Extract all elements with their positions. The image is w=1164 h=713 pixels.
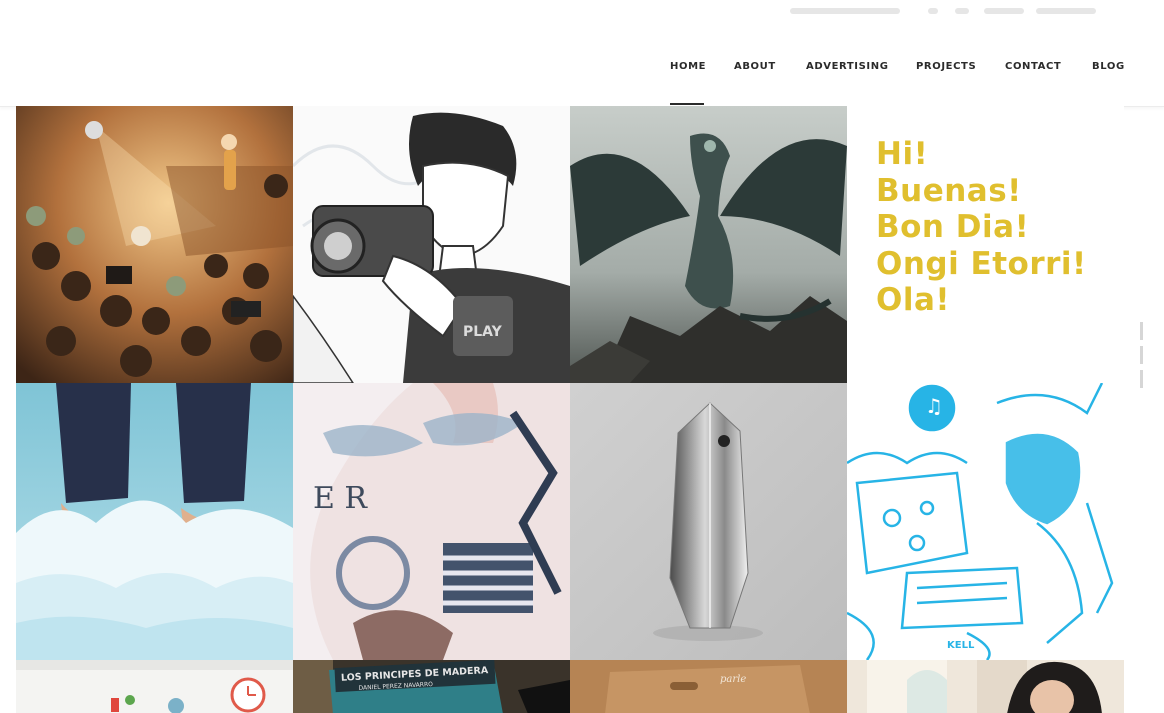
tile-dragon-artwork[interactable] (570, 106, 847, 383)
main-navigation: HOME ABOUT ADVERTISING PROJECTS CONTACT … (0, 30, 1164, 107)
tile-book-cover[interactable]: LOS PRINCIPES DE MADERA DANIEL PEREZ NAV… (293, 660, 570, 713)
room-illustration-image (16, 660, 293, 713)
utility-icon[interactable] (928, 8, 938, 14)
greeting-line-4: Ongi Etorri! (876, 245, 1087, 282)
svg-text:♫: ♫ (925, 394, 943, 418)
crystal-render-image (570, 383, 847, 660)
cinema-illustration-image (16, 106, 293, 383)
slide-indicator-dot[interactable] (1140, 370, 1143, 388)
tattoo-lettering: E R (313, 481, 368, 516)
feet-in-water-image (16, 383, 293, 660)
top-utility-bar (0, 0, 1164, 30)
nav-advertising[interactable]: ADVERTISING (806, 61, 889, 72)
slide-indicator-dot[interactable] (1140, 322, 1143, 340)
book-cover-image: LOS PRINCIPES DE MADERA DANIEL PEREZ NAV… (293, 660, 570, 713)
slide-indicator-dot[interactable] (1140, 346, 1143, 364)
cyan-line-illustration-image: ♫ KELL (847, 383, 1124, 660)
nav-active-indicator (670, 103, 704, 105)
tile-room-illustration[interactable] (16, 660, 293, 713)
tile-kraft-packaging[interactable]: parle (570, 660, 847, 713)
tile-cinema-illustration[interactable] (16, 106, 293, 383)
dragon-artwork-image (570, 106, 847, 383)
tile-cyan-line-illustration[interactable]: ♫ KELL (847, 383, 1124, 660)
tile-woman-photo[interactable] (847, 660, 1124, 713)
greeting-line-5: Ola! (876, 282, 951, 318)
utility-text (984, 8, 1024, 14)
tile-feet-in-water[interactable] (16, 383, 293, 660)
nav-home[interactable]: HOME (670, 61, 706, 72)
kraft-packaging-image: parle (570, 660, 847, 713)
utility-icon[interactable] (955, 8, 969, 14)
tile-photographer-drawing[interactable]: PLAY (293, 106, 570, 383)
tattoo-watercolor-image: E R (293, 383, 570, 660)
woman-photo-image (847, 660, 1124, 713)
greeting-line-3: Bon Dia! (876, 209, 1030, 245)
utility-text (790, 8, 900, 14)
photographer-drawing-image: PLAY (293, 106, 570, 383)
svg-text:parle: parle (720, 674, 746, 685)
greeting-text-block: Hi! Buenas! Bon Dia! Ongi Etorri! Ola! (876, 136, 1126, 319)
tile-tattoo-watercolor[interactable]: E R (293, 383, 570, 660)
svg-text:PLAY: PLAY (463, 324, 503, 340)
greeting-line-1: Hi! (876, 136, 929, 172)
nav-about[interactable]: ABOUT (734, 61, 776, 72)
nav-projects[interactable]: PROJECTS (916, 61, 976, 72)
utility-text (1036, 8, 1096, 14)
nav-contact[interactable]: CONTACT (1005, 61, 1061, 72)
svg-text:KELL: KELL (947, 640, 975, 651)
slide-indicator[interactable] (1140, 322, 1144, 388)
nav-blog[interactable]: BLOG (1092, 61, 1125, 72)
tile-crystal-render[interactable] (570, 383, 847, 660)
greeting-line-2: Buenas! (876, 172, 1022, 209)
